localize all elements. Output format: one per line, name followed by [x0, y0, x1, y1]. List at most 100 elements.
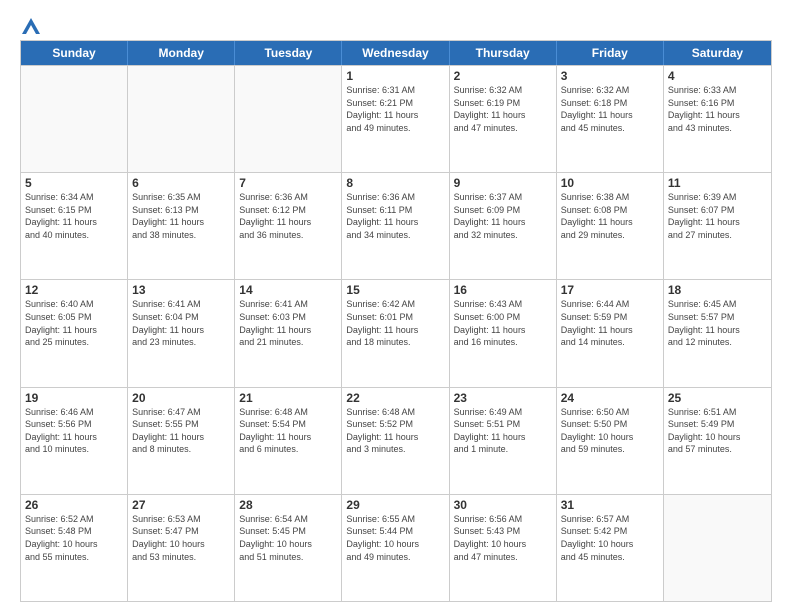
day-info: Sunrise: 6:31 AM Sunset: 6:21 PM Dayligh… [346, 84, 444, 134]
day-number: 13 [132, 283, 230, 297]
day-info: Sunrise: 6:49 AM Sunset: 5:51 PM Dayligh… [454, 406, 552, 456]
logo [20, 18, 40, 32]
day-number: 10 [561, 176, 659, 190]
cal-week-4: 26Sunrise: 6:52 AM Sunset: 5:48 PM Dayli… [21, 494, 771, 601]
day-info: Sunrise: 6:57 AM Sunset: 5:42 PM Dayligh… [561, 513, 659, 563]
day-number: 17 [561, 283, 659, 297]
day-number: 31 [561, 498, 659, 512]
cal-cell: 13Sunrise: 6:41 AM Sunset: 6:04 PM Dayli… [128, 280, 235, 386]
calendar-body: 1Sunrise: 6:31 AM Sunset: 6:21 PM Daylig… [21, 65, 771, 601]
day-info: Sunrise: 6:41 AM Sunset: 6:04 PM Dayligh… [132, 298, 230, 348]
cal-header-cell-tuesday: Tuesday [235, 41, 342, 65]
cal-cell: 27Sunrise: 6:53 AM Sunset: 5:47 PM Dayli… [128, 495, 235, 601]
day-info: Sunrise: 6:56 AM Sunset: 5:43 PM Dayligh… [454, 513, 552, 563]
day-info: Sunrise: 6:50 AM Sunset: 5:50 PM Dayligh… [561, 406, 659, 456]
day-number: 9 [454, 176, 552, 190]
day-number: 8 [346, 176, 444, 190]
day-info: Sunrise: 6:38 AM Sunset: 6:08 PM Dayligh… [561, 191, 659, 241]
day-info: Sunrise: 6:53 AM Sunset: 5:47 PM Dayligh… [132, 513, 230, 563]
day-info: Sunrise: 6:46 AM Sunset: 5:56 PM Dayligh… [25, 406, 123, 456]
cal-header-cell-thursday: Thursday [450, 41, 557, 65]
cal-cell [235, 66, 342, 172]
cal-cell: 26Sunrise: 6:52 AM Sunset: 5:48 PM Dayli… [21, 495, 128, 601]
day-number: 26 [25, 498, 123, 512]
day-info: Sunrise: 6:39 AM Sunset: 6:07 PM Dayligh… [668, 191, 767, 241]
cal-week-2: 12Sunrise: 6:40 AM Sunset: 6:05 PM Dayli… [21, 279, 771, 386]
day-number: 2 [454, 69, 552, 83]
day-number: 7 [239, 176, 337, 190]
cal-cell: 22Sunrise: 6:48 AM Sunset: 5:52 PM Dayli… [342, 388, 449, 494]
day-number: 12 [25, 283, 123, 297]
cal-cell: 15Sunrise: 6:42 AM Sunset: 6:01 PM Dayli… [342, 280, 449, 386]
day-number: 18 [668, 283, 767, 297]
calendar: SundayMondayTuesdayWednesdayThursdayFrid… [20, 40, 772, 602]
day-number: 1 [346, 69, 444, 83]
cal-header-cell-friday: Friday [557, 41, 664, 65]
cal-cell: 7Sunrise: 6:36 AM Sunset: 6:12 PM Daylig… [235, 173, 342, 279]
logo-triangle-icon [22, 18, 40, 34]
day-number: 20 [132, 391, 230, 405]
day-number: 14 [239, 283, 337, 297]
header [20, 18, 772, 32]
cal-week-3: 19Sunrise: 6:46 AM Sunset: 5:56 PM Dayli… [21, 387, 771, 494]
cal-cell [128, 66, 235, 172]
day-info: Sunrise: 6:55 AM Sunset: 5:44 PM Dayligh… [346, 513, 444, 563]
day-info: Sunrise: 6:45 AM Sunset: 5:57 PM Dayligh… [668, 298, 767, 348]
day-number: 27 [132, 498, 230, 512]
day-info: Sunrise: 6:48 AM Sunset: 5:52 PM Dayligh… [346, 406, 444, 456]
cal-cell: 9Sunrise: 6:37 AM Sunset: 6:09 PM Daylig… [450, 173, 557, 279]
cal-cell: 11Sunrise: 6:39 AM Sunset: 6:07 PM Dayli… [664, 173, 771, 279]
day-info: Sunrise: 6:47 AM Sunset: 5:55 PM Dayligh… [132, 406, 230, 456]
day-info: Sunrise: 6:51 AM Sunset: 5:49 PM Dayligh… [668, 406, 767, 456]
day-number: 6 [132, 176, 230, 190]
cal-cell: 31Sunrise: 6:57 AM Sunset: 5:42 PM Dayli… [557, 495, 664, 601]
cal-week-1: 5Sunrise: 6:34 AM Sunset: 6:15 PM Daylig… [21, 172, 771, 279]
day-info: Sunrise: 6:41 AM Sunset: 6:03 PM Dayligh… [239, 298, 337, 348]
cal-cell: 17Sunrise: 6:44 AM Sunset: 5:59 PM Dayli… [557, 280, 664, 386]
day-number: 24 [561, 391, 659, 405]
day-number: 16 [454, 283, 552, 297]
cal-cell: 24Sunrise: 6:50 AM Sunset: 5:50 PM Dayli… [557, 388, 664, 494]
day-info: Sunrise: 6:54 AM Sunset: 5:45 PM Dayligh… [239, 513, 337, 563]
day-info: Sunrise: 6:36 AM Sunset: 6:11 PM Dayligh… [346, 191, 444, 241]
day-number: 23 [454, 391, 552, 405]
cal-cell: 18Sunrise: 6:45 AM Sunset: 5:57 PM Dayli… [664, 280, 771, 386]
cal-cell: 23Sunrise: 6:49 AM Sunset: 5:51 PM Dayli… [450, 388, 557, 494]
day-number: 4 [668, 69, 767, 83]
cal-cell: 16Sunrise: 6:43 AM Sunset: 6:00 PM Dayli… [450, 280, 557, 386]
day-info: Sunrise: 6:43 AM Sunset: 6:00 PM Dayligh… [454, 298, 552, 348]
day-number: 21 [239, 391, 337, 405]
day-number: 19 [25, 391, 123, 405]
cal-cell: 12Sunrise: 6:40 AM Sunset: 6:05 PM Dayli… [21, 280, 128, 386]
day-number: 15 [346, 283, 444, 297]
day-number: 28 [239, 498, 337, 512]
day-info: Sunrise: 6:52 AM Sunset: 5:48 PM Dayligh… [25, 513, 123, 563]
day-info: Sunrise: 6:40 AM Sunset: 6:05 PM Dayligh… [25, 298, 123, 348]
cal-cell: 1Sunrise: 6:31 AM Sunset: 6:21 PM Daylig… [342, 66, 449, 172]
day-number: 29 [346, 498, 444, 512]
cal-header-cell-saturday: Saturday [664, 41, 771, 65]
cal-cell: 6Sunrise: 6:35 AM Sunset: 6:13 PM Daylig… [128, 173, 235, 279]
day-info: Sunrise: 6:37 AM Sunset: 6:09 PM Dayligh… [454, 191, 552, 241]
cal-cell: 21Sunrise: 6:48 AM Sunset: 5:54 PM Dayli… [235, 388, 342, 494]
day-number: 3 [561, 69, 659, 83]
cal-cell: 28Sunrise: 6:54 AM Sunset: 5:45 PM Dayli… [235, 495, 342, 601]
day-info: Sunrise: 6:44 AM Sunset: 5:59 PM Dayligh… [561, 298, 659, 348]
cal-cell: 5Sunrise: 6:34 AM Sunset: 6:15 PM Daylig… [21, 173, 128, 279]
cal-cell: 3Sunrise: 6:32 AM Sunset: 6:18 PM Daylig… [557, 66, 664, 172]
cal-cell [664, 495, 771, 601]
day-number: 22 [346, 391, 444, 405]
day-info: Sunrise: 6:48 AM Sunset: 5:54 PM Dayligh… [239, 406, 337, 456]
day-info: Sunrise: 6:35 AM Sunset: 6:13 PM Dayligh… [132, 191, 230, 241]
cal-header-cell-sunday: Sunday [21, 41, 128, 65]
day-number: 11 [668, 176, 767, 190]
cal-cell: 30Sunrise: 6:56 AM Sunset: 5:43 PM Dayli… [450, 495, 557, 601]
day-number: 5 [25, 176, 123, 190]
day-info: Sunrise: 6:42 AM Sunset: 6:01 PM Dayligh… [346, 298, 444, 348]
cal-cell: 25Sunrise: 6:51 AM Sunset: 5:49 PM Dayli… [664, 388, 771, 494]
cal-cell: 29Sunrise: 6:55 AM Sunset: 5:44 PM Dayli… [342, 495, 449, 601]
day-info: Sunrise: 6:32 AM Sunset: 6:18 PM Dayligh… [561, 84, 659, 134]
cal-cell: 14Sunrise: 6:41 AM Sunset: 6:03 PM Dayli… [235, 280, 342, 386]
day-number: 25 [668, 391, 767, 405]
day-number: 30 [454, 498, 552, 512]
